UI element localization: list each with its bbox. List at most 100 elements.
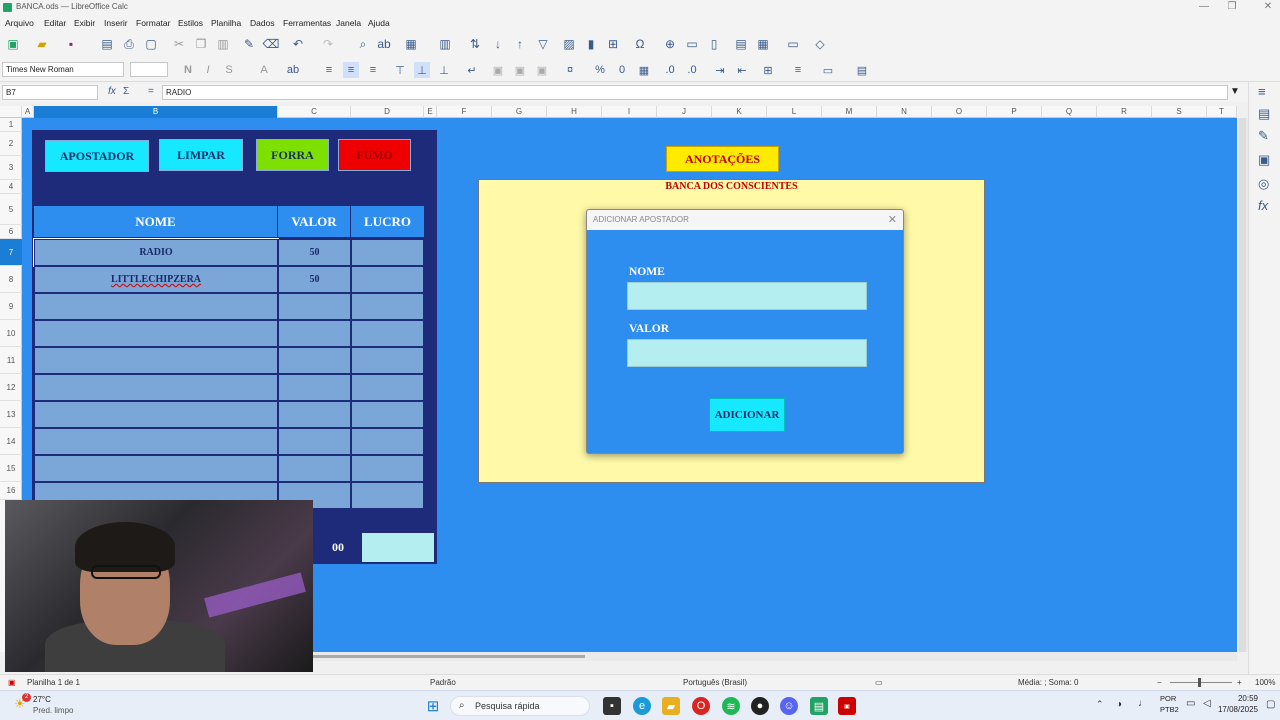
pivot-table-icon[interactable]: ⊞ <box>605 36 621 52</box>
edge-icon[interactable]: e <box>633 697 651 715</box>
selection-mode-icon[interactable]: ▭ <box>875 678 883 687</box>
row-header-7[interactable]: 7 <box>0 239 22 266</box>
date-format-icon[interactable]: ▦ <box>636 62 652 78</box>
table-row-cell[interactable] <box>278 347 351 374</box>
task-view-icon[interactable]: ▪ <box>603 697 621 715</box>
table-row-cell[interactable] <box>278 455 351 482</box>
merge-cells-icon[interactable]: ▣ <box>512 62 528 78</box>
row-header-8[interactable]: 8 <box>0 266 22 293</box>
corner-select-all[interactable] <box>0 106 22 118</box>
tray-overflow-icon[interactable]: ⌃ <box>1096 699 1104 710</box>
menu-arquivo[interactable]: Arquivo <box>5 18 34 28</box>
cell-d8-lucro[interactable] <box>351 266 424 293</box>
col-header-h[interactable]: H <box>547 106 602 118</box>
define-print-area-icon[interactable]: ▤ <box>733 36 749 52</box>
paste-icon[interactable]: ▥ <box>215 36 231 52</box>
border-color-icon[interactable]: ▭ <box>820 62 836 78</box>
menu-formatar[interactable]: Formatar <box>136 18 170 28</box>
language-bottom[interactable]: PTB2 <box>1160 705 1179 714</box>
name-box[interactable]: B7 <box>2 85 98 100</box>
col-header-j[interactable]: J <box>657 106 712 118</box>
network-icon[interactable]: ▭ <box>1186 698 1195 709</box>
zoom-out-icon[interactable]: − <box>1157 678 1162 687</box>
strikethrough-icon[interactable]: S <box>221 62 237 78</box>
selection-summary[interactable]: Média: ; Soma: 0 <box>1018 678 1078 687</box>
split-window-icon[interactable]: ▭ <box>785 36 801 52</box>
table-row-cell[interactable] <box>278 428 351 455</box>
menu-planilha[interactable]: Planilha <box>211 18 241 28</box>
col-header-b[interactable]: B <box>34 106 278 118</box>
unmerge-cells-icon[interactable]: ▣ <box>534 62 550 78</box>
row-header-13[interactable]: 13 <box>0 401 22 428</box>
save-icon[interactable]: ▪ <box>63 36 79 52</box>
hyperlink-icon[interactable]: ⊕ <box>662 36 678 52</box>
obs-icon[interactable]: ● <box>751 697 769 715</box>
zoom-slider[interactable] <box>1170 678 1232 687</box>
col-header-k[interactable]: K <box>712 106 767 118</box>
menu-editar[interactable]: Editar <box>44 18 66 28</box>
insert-chart-icon[interactable]: ▮ <box>583 36 599 52</box>
table-row-cell[interactable] <box>34 320 278 347</box>
menu-exibir[interactable]: Exibir <box>74 18 95 28</box>
table-row-cell[interactable] <box>351 293 424 320</box>
italic-icon[interactable]: I <box>200 62 216 78</box>
row-header-9[interactable]: 9 <box>0 293 22 320</box>
col-header-f[interactable]: F <box>437 106 492 118</box>
spotify-icon[interactable]: ≋ <box>722 697 740 715</box>
table-row-cell[interactable] <box>34 401 278 428</box>
maximize-button[interactable]: ❐ <box>1224 1 1240 12</box>
align-center-icon[interactable]: ≡ <box>343 62 359 78</box>
open-folder-icon[interactable]: ▰ <box>34 36 50 52</box>
taskbar-search[interactable]: ⌕ Pesquisa rápida <box>450 696 590 716</box>
discord-icon[interactable]: ☺ <box>780 697 798 715</box>
functions-icon[interactable]: fx <box>1258 198 1268 213</box>
menu-ferramentas[interactable]: Ferramentas <box>283 18 331 28</box>
comment-icon[interactable]: ▭ <box>684 36 700 52</box>
col-header-g[interactable]: G <box>492 106 547 118</box>
clock-date[interactable]: 17/08/2025 <box>1214 705 1258 714</box>
print-icon[interactable]: ⎙ <box>121 36 137 52</box>
windows-start-icon[interactable]: ⊞ <box>424 697 442 715</box>
show-draw-functions-icon[interactable]: ◇ <box>812 36 828 52</box>
col-header-o[interactable]: O <box>932 106 987 118</box>
percent-format-icon[interactable]: % <box>592 62 608 78</box>
nome-input[interactable] <box>627 282 867 310</box>
table-row-cell[interactable] <box>351 455 424 482</box>
col-header-i[interactable]: I <box>602 106 657 118</box>
tray-app-icon[interactable]: ◑ <box>1116 699 1122 710</box>
table-row-cell[interactable] <box>351 401 424 428</box>
font-size-box[interactable] <box>130 62 168 77</box>
freeze-rows-icon[interactable]: ▦ <box>755 36 771 52</box>
total-valor-cell[interactable]: 00 <box>332 533 362 562</box>
adicionar-button[interactable]: ADICIONAR <box>709 398 785 432</box>
weather-desc[interactable]: Pred. limpo <box>33 706 73 715</box>
vertical-scrollbar[interactable] <box>1237 118 1248 652</box>
row-header-5[interactable]: 5 <box>0 194 22 225</box>
add-decimal-icon[interactable]: .0 <box>662 62 678 78</box>
row-header-10[interactable]: 10 <box>0 320 22 347</box>
col-header-a[interactable]: A <box>22 106 34 118</box>
row-header-4[interactable]: 4 <box>0 180 22 194</box>
table-row-cell[interactable] <box>278 320 351 347</box>
clear-formatting-icon[interactable]: ⌫ <box>263 36 280 52</box>
col-header-p[interactable]: P <box>987 106 1042 118</box>
cut-icon[interactable]: ✂ <box>171 36 187 52</box>
align-left-icon[interactable]: ≡ <box>321 62 337 78</box>
opera-icon[interactable]: O <box>692 697 710 715</box>
table-row-cell[interactable] <box>278 293 351 320</box>
minimize-button[interactable]: — <box>1196 1 1212 12</box>
print-preview-icon[interactable]: ▢ <box>143 36 159 52</box>
total-lucro-cell[interactable] <box>362 533 434 562</box>
table-row-cell[interactable] <box>351 482 424 509</box>
volume-icon[interactable]: ◁ <box>1203 698 1211 709</box>
number-format-icon[interactable]: 0 <box>614 62 630 78</box>
font-color-icon[interactable]: A <box>256 62 272 78</box>
notification-icon[interactable]: ▢ <box>1266 699 1275 710</box>
table-row-cell[interactable] <box>351 320 424 347</box>
currency-format-icon[interactable]: ¤ <box>562 62 578 78</box>
center-vertically-icon[interactable]: ⊥ <box>414 62 430 78</box>
row-header-6[interactable]: 6 <box>0 225 22 239</box>
col-header-n[interactable]: N <box>877 106 932 118</box>
gallery-icon[interactable]: ▣ <box>1258 152 1270 168</box>
col-header-e[interactable]: E <box>424 106 437 118</box>
